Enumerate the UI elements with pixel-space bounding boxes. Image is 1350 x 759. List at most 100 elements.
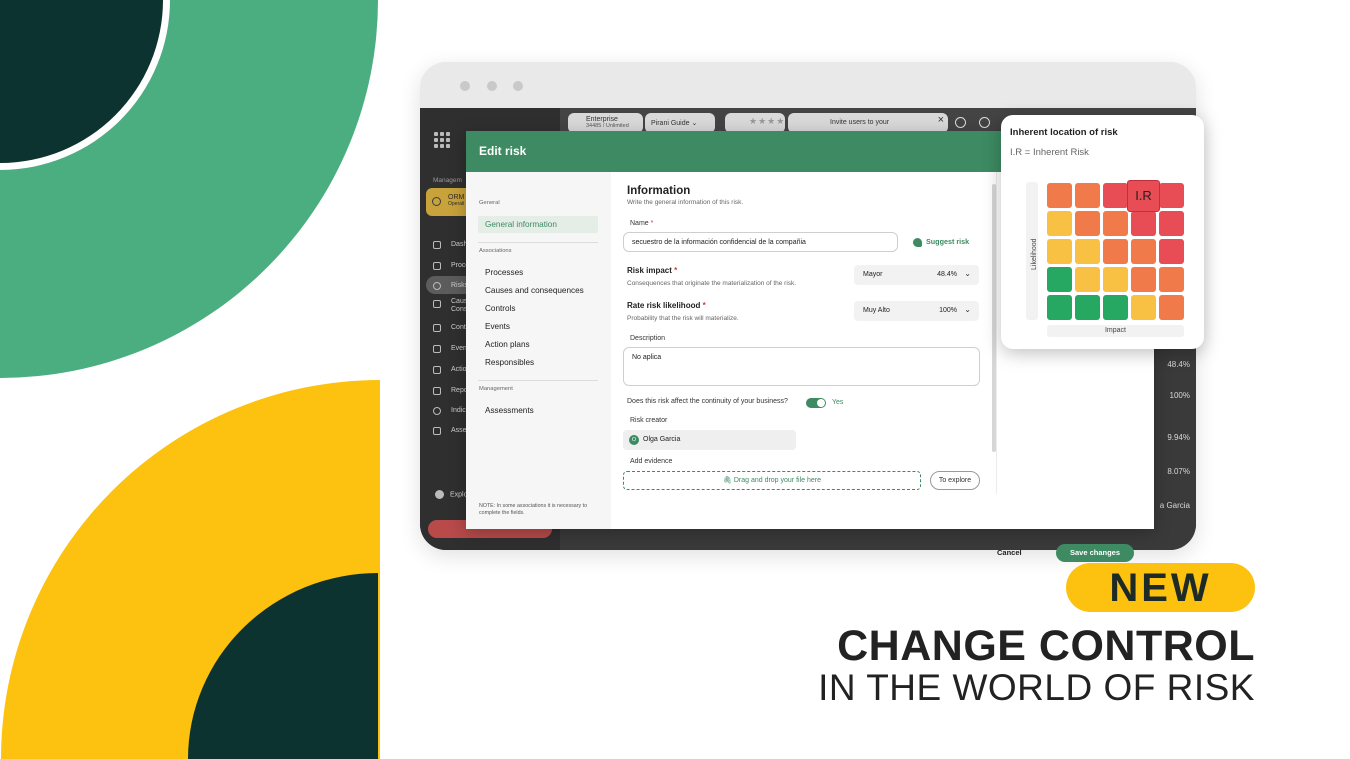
inherent-risk-marker[interactable]: I.R — [1127, 180, 1160, 212]
heatmap-cell — [1159, 211, 1184, 236]
window-dot — [460, 81, 470, 91]
nav-item-assessments[interactable]: Assessments — [485, 406, 534, 415]
heatmap-cell — [1103, 183, 1128, 208]
form-divider — [996, 172, 997, 494]
target-icon — [433, 407, 441, 415]
creator-name: Olga Garcia — [643, 436, 681, 443]
heatmap-cell — [1131, 267, 1156, 292]
nav-item-general-information[interactable]: General information — [485, 220, 557, 229]
chevron-down-icon: ⌄ — [691, 120, 698, 127]
nav-item-processes[interactable]: Processes — [485, 268, 523, 277]
nav-item-responsibles[interactable]: Responsibles — [485, 358, 534, 367]
y-axis-label: Likelihood — [1031, 238, 1038, 270]
apps-grid-icon[interactable] — [434, 132, 450, 148]
heatmap-cell — [1103, 267, 1128, 292]
heatmap-cell — [1075, 267, 1100, 292]
heatmap-cell — [1075, 211, 1100, 236]
close-icon[interactable]: × — [938, 114, 944, 126]
heatmap-cell — [1159, 239, 1184, 264]
sidebar-explore[interactable]: Explo — [435, 490, 468, 499]
to-explore-button[interactable]: To explore — [930, 471, 980, 490]
sidebar-section-label: Managem — [433, 177, 462, 184]
impact-hint: Consequences that originate the material… — [627, 280, 797, 287]
add-user-icon[interactable] — [955, 117, 966, 128]
invite-users-banner[interactable]: Invite users to your × — [788, 113, 948, 133]
heatmap-cell — [1103, 295, 1128, 320]
checkbox-icon — [433, 366, 441, 374]
nav-item-controls[interactable]: Controls — [485, 304, 516, 313]
heatmap-cell — [1159, 267, 1184, 292]
save-changes-button[interactable]: Save changes — [1056, 544, 1134, 562]
evidence-dropzone[interactable]: 🖇 Drag and drop your file here — [623, 471, 921, 490]
alert-circle-icon — [433, 282, 441, 290]
rating-chip[interactable]: ★★★★ — [725, 113, 785, 133]
pirani-guide-dropdown[interactable]: Pirani Guide ⌄ — [645, 113, 715, 133]
heatmap-cell — [1131, 211, 1156, 236]
heatmap-cell — [1159, 183, 1184, 208]
impact-select[interactable]: Mayor 48.4% ⌄ — [854, 265, 979, 285]
window-dot — [513, 81, 523, 91]
impact-label: Risk impact * — [627, 266, 678, 275]
causes-icon — [433, 300, 441, 308]
heatmap-cell — [1131, 239, 1156, 264]
nav-section-management: Management — [479, 386, 513, 392]
nav-divider — [478, 380, 598, 381]
suggest-risk-button[interactable]: Suggest risk — [913, 237, 969, 247]
description-textarea[interactable]: No aplica — [623, 347, 980, 386]
browser-titlebar — [420, 62, 1196, 108]
assessment-icon — [433, 427, 441, 435]
cancel-button[interactable]: Cancel — [997, 548, 1022, 557]
plan-chip[interactable]: Enterprise 34485 / Unlimited — [568, 113, 643, 133]
paperclip-icon: 🖇 — [722, 477, 732, 484]
nav-note: NOTE: In some associations it is necessa… — [479, 503, 588, 516]
window-dot — [487, 81, 497, 91]
heatmap-cell — [1131, 295, 1156, 320]
heatmap-cell — [1047, 211, 1072, 236]
risk-heatmap — [1047, 183, 1184, 320]
likelihood-select[interactable]: Muy Alto 100% ⌄ — [854, 301, 979, 321]
nav-divider — [478, 242, 598, 243]
process-icon — [433, 262, 441, 270]
heatmap-cell — [1075, 183, 1100, 208]
risk-creator-field: O Olga Garcia — [623, 430, 796, 450]
monitor-icon — [433, 241, 441, 249]
likelihood-label: Rate risk likelihood * — [627, 301, 706, 310]
form-section-subtitle: Write the general information of this ri… — [627, 199, 744, 206]
description-label: Description — [630, 335, 666, 342]
explore-icon — [435, 490, 444, 499]
modal-title: Edit risk — [479, 144, 527, 158]
risk-name-input[interactable]: secuestro de la información confidencial… — [623, 232, 898, 252]
orm-icon — [432, 197, 441, 206]
heatmap-cell — [1075, 295, 1100, 320]
continuity-toggle[interactable] — [806, 398, 826, 408]
nav-item-causes-consequences[interactable]: Causes and consequences — [485, 286, 584, 295]
nav-section-associations: Associations — [479, 248, 512, 254]
controls-icon — [433, 324, 441, 332]
modal-nav: General General information Associations… — [466, 172, 611, 529]
new-badge-text: NEW — [1109, 566, 1212, 610]
continuity-question: Does this risk affect the continuity of … — [627, 398, 788, 405]
background-shapes — [0, 0, 380, 759]
help-icon[interactable] — [979, 117, 990, 128]
x-axis-label: Impact — [1104, 327, 1126, 334]
heatmap-cell — [1047, 267, 1072, 292]
form-section-title: Information — [627, 185, 691, 197]
likelihood-hint: Probability that the risk will materiali… — [627, 315, 739, 322]
warning-icon — [433, 345, 441, 353]
risk-creator-label: Risk creator — [630, 417, 668, 424]
heatmap-cell — [1047, 183, 1072, 208]
headline: CHANGE CONTROL — [837, 622, 1255, 670]
popover-title: Inherent location of risk — [1010, 127, 1118, 138]
nav-section-general: General — [479, 200, 500, 206]
heatmap-cell — [1047, 239, 1072, 264]
inherent-risk-popover: Inherent location of risk I.R = Inherent… — [1001, 115, 1204, 349]
heatmap-cell — [1103, 239, 1128, 264]
heatmap-cell — [1103, 211, 1128, 236]
subline: IN THE WORLD OF RISK — [818, 667, 1255, 708]
name-label: Name * — [630, 220, 654, 227]
chevron-down-icon: ⌄ — [964, 269, 971, 278]
nav-item-events[interactable]: Events — [485, 322, 510, 331]
evidence-label: Add evidence — [630, 458, 673, 465]
avatar: O — [629, 435, 639, 445]
nav-item-action-plans[interactable]: Action plans — [485, 340, 530, 349]
